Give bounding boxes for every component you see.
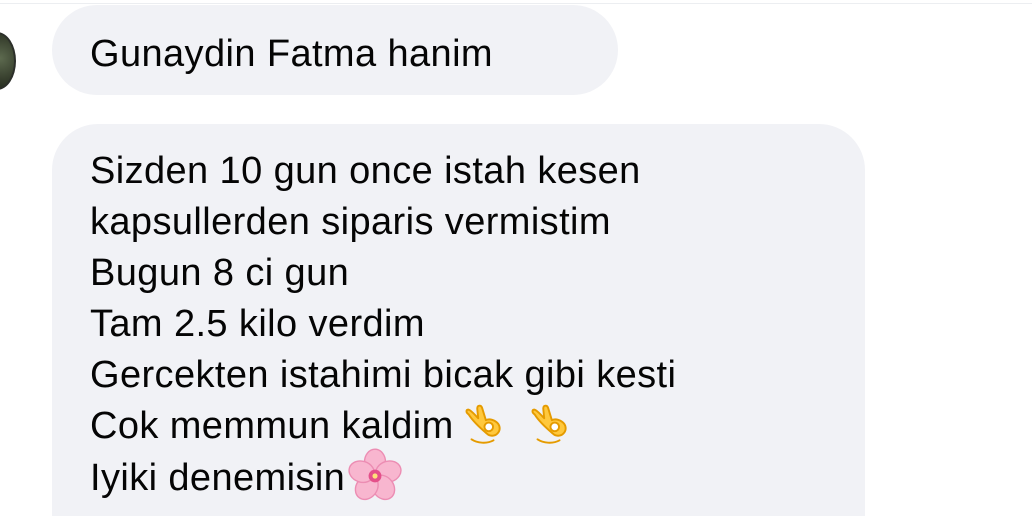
- cherry-blossom-emoji-icon: [348, 448, 402, 501]
- ok-hand-emoji-icon: [465, 404, 501, 444]
- message-text-line: Bugun 8 ci gun: [90, 252, 350, 294]
- message-text-line: Tam 2.5 kilo verdim: [90, 303, 425, 345]
- message-text-line: Cok memmun kaldim: [90, 405, 454, 447]
- message-text-line: Sizden 10 gun once istah kesen: [90, 150, 641, 192]
- message-text-line: Iyiki denemisin: [90, 457, 346, 500]
- message-line-with-emoji: Cok memmun kaldim: [90, 401, 865, 452]
- message-bubble-greeting[interactable]: Gunaydin Fatma hanim: [52, 5, 618, 95]
- message-line-with-emoji: Iyiki denemisin: [90, 448, 865, 503]
- message-text-line: Gercekten istahimi bicak gibi kesti: [90, 354, 677, 396]
- sender-avatar[interactable]: [0, 32, 16, 90]
- message-text-line: Gunaydin Fatma hanim: [90, 33, 493, 75]
- ok-hand-emoji-icon: [531, 404, 567, 444]
- message-bubble-review[interactable]: Sizden 10 gun once istah kesen kapsuller…: [52, 124, 865, 516]
- top-divider: [0, 3, 1032, 4]
- message-text-line: kapsullerden siparis vermistim: [90, 201, 611, 243]
